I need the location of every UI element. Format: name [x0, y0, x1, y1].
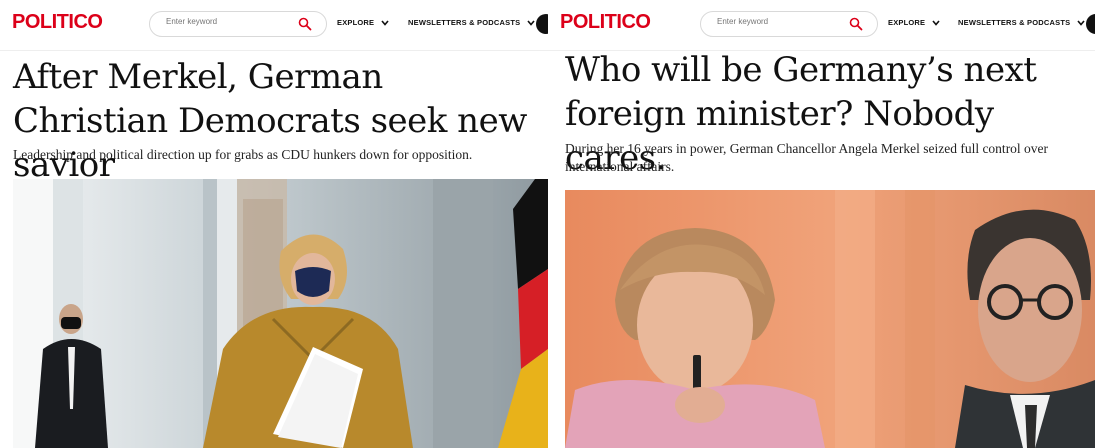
- site-header: POLITICO EXPLORE NEWSLETTERS & PODCASTS: [0, 0, 548, 51]
- left-article-screenshot: POLITICO EXPLORE NEWSLETTERS & PODCASTS …: [0, 0, 548, 448]
- explore-label: EXPLORE: [888, 18, 926, 27]
- newsletters-label: NEWSLETTERS & PODCASTS: [408, 18, 521, 27]
- article-headline: After Merkel, German Christian Democrats…: [13, 57, 527, 185]
- politico-logo[interactable]: POLITICO: [12, 11, 103, 34]
- article-dek: Leadership and political direction up fo…: [13, 147, 473, 162]
- chevron-down-icon: [380, 20, 389, 26]
- explore-menu[interactable]: EXPLORE: [337, 18, 389, 27]
- chevron-down-icon: [1077, 20, 1085, 26]
- politico-logo[interactable]: POLITICO: [560, 11, 651, 34]
- article-dek: During her 16 years in power, German Cha…: [565, 141, 1049, 174]
- chevron-down-icon: [931, 20, 940, 26]
- newsletters-label: NEWSLETTERS & PODCASTS: [958, 18, 1071, 27]
- explore-label: EXPLORE: [337, 18, 375, 27]
- chevron-down-icon: [527, 20, 535, 26]
- search-icon[interactable]: [849, 17, 863, 31]
- account-button[interactable]: [536, 14, 548, 34]
- search-icon[interactable]: [298, 17, 312, 31]
- search-input[interactable]: [166, 17, 286, 26]
- newsletters-menu[interactable]: NEWSLETTERS & PODCASTS: [958, 18, 1085, 27]
- explore-menu[interactable]: EXPLORE: [888, 18, 940, 27]
- right-article-screenshot: POLITICO EXPLORE NEWSLETTERS & PODCASTS …: [548, 0, 1095, 448]
- article-photo: [13, 179, 548, 448]
- search-box[interactable]: [149, 11, 327, 37]
- article-photo: [565, 190, 1095, 448]
- search-box[interactable]: [700, 11, 878, 37]
- account-button[interactable]: [1086, 14, 1095, 34]
- site-header: POLITICO EXPLORE NEWSLETTERS & PODCASTS: [548, 0, 1095, 51]
- newsletters-menu[interactable]: NEWSLETTERS & PODCASTS: [408, 18, 535, 27]
- search-input[interactable]: [717, 17, 837, 26]
